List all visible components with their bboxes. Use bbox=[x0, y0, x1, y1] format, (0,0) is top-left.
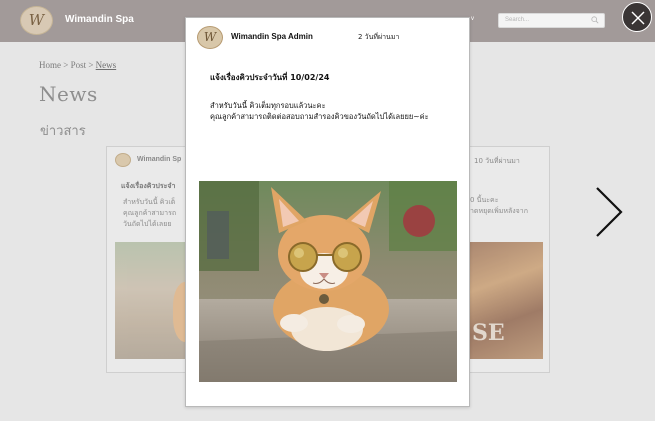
card-body: 0 นี้นะคะ าดหยุดเพิ่มหลังจาก bbox=[470, 195, 548, 217]
breadcrumb-current[interactable]: News bbox=[96, 60, 117, 70]
post-author: Wimandin Spa Admin bbox=[231, 32, 313, 41]
logo-letter: W bbox=[203, 30, 217, 44]
card-title: แจ้งเรื่องคิวประจำ bbox=[121, 182, 176, 190]
close-button[interactable] bbox=[622, 2, 652, 32]
page-subtitle: ข่าวสาร bbox=[40, 124, 86, 139]
avatar bbox=[115, 153, 131, 167]
post-time: 2 วันที่ผ่านมา bbox=[358, 33, 400, 41]
card-image: SE bbox=[470, 242, 543, 359]
news-card[interactable]: 10 วันที่ผ่านมา 0 นี้นะคะ าดหยุดเพิ่มหลั… bbox=[469, 146, 550, 373]
page-title: News bbox=[39, 82, 98, 106]
post-title: แจ้งเรื่องคิวประจำวันที่ 10/02/24 bbox=[210, 73, 330, 82]
breadcrumb: Home > Post > News bbox=[39, 60, 116, 70]
card-author: Wimandin Sp bbox=[137, 156, 182, 163]
chevron-right-icon[interactable] bbox=[594, 186, 624, 238]
logo-letter: W bbox=[28, 11, 45, 29]
post-body-line: คุณลูกค้าสามารถติดต่อสอบถามสำรองคิวของวั… bbox=[210, 112, 429, 121]
card-body: สำหรับวันนี้ คิวเต็ คุณลูกค้าสามารถ วันถ… bbox=[123, 197, 185, 230]
nav-fragment[interactable]: v bbox=[471, 16, 474, 22]
breadcrumb-separator: > bbox=[88, 60, 94, 70]
post-modal: W Wimandin Spa Admin 2 วันที่ผ่านมา แจ้ง… bbox=[185, 17, 470, 407]
card-body-line: าดหยุดเพิ่มหลังจาก bbox=[470, 207, 528, 215]
card-time: 10 วันที่ผ่านมา bbox=[474, 157, 520, 165]
post-photo bbox=[199, 181, 457, 382]
card-body-line: คุณลูกค้าสามารถ bbox=[123, 209, 177, 217]
brand-logo[interactable]: W bbox=[20, 6, 53, 35]
search-icon[interactable] bbox=[591, 16, 599, 24]
avatar: W bbox=[197, 26, 223, 49]
breadcrumb-post[interactable]: Post bbox=[71, 60, 87, 70]
post-body-line: สำหรับวันนี้ คิวเต็มทุกรอบแล้วนะคะ bbox=[210, 101, 326, 110]
breadcrumb-home[interactable]: Home bbox=[39, 60, 61, 70]
card-image-text: SE bbox=[472, 320, 505, 346]
breadcrumb-separator: > bbox=[63, 60, 69, 70]
card-image bbox=[115, 242, 185, 359]
brand-name[interactable]: Wimandin Spa bbox=[65, 14, 134, 25]
card-body-line: วันถัดไปได้เลยย bbox=[123, 220, 172, 228]
post-body: สำหรับวันนี้ คิวเต็มทุกรอบแล้วนะคะ คุณลู… bbox=[210, 100, 429, 122]
search-placeholder: Search... bbox=[505, 17, 530, 23]
close-icon bbox=[631, 11, 645, 25]
news-card[interactable]: Wimandin Sp แจ้งเรื่องคิวประจำ สำหรับวัน… bbox=[106, 146, 186, 373]
card-body-line: 0 นี้นะคะ bbox=[470, 196, 499, 204]
card-body-line: สำหรับวันนี้ คิวเต็ bbox=[123, 198, 176, 206]
search-input[interactable]: Search... bbox=[498, 13, 605, 28]
